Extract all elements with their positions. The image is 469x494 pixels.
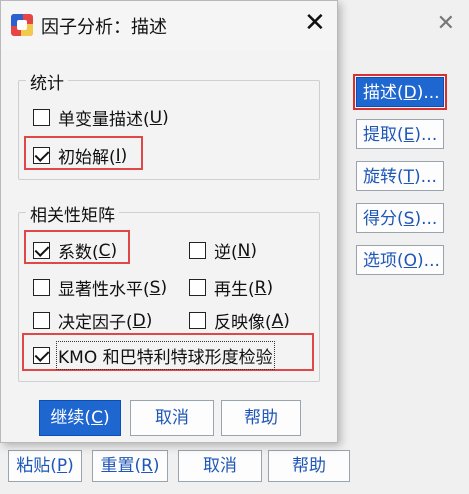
parent-cancel-button[interactable]: 取消 xyxy=(178,450,262,482)
extract-button[interactable]: 提取(E)... xyxy=(356,119,444,149)
reset-button[interactable]: 重置(R) xyxy=(92,450,168,482)
reproduced-checkbox[interactable]: 再生(R) xyxy=(189,275,273,300)
correlation-group-label: 相关性矩阵 xyxy=(26,201,119,226)
statistics-group-label: 统计 xyxy=(26,69,68,94)
coefficients-checkbox[interactable]: 系数(C) xyxy=(33,238,117,263)
scores-button[interactable]: 得分(S)... xyxy=(356,203,444,233)
dialog-title: 因子分析：描述 xyxy=(41,17,167,38)
checkbox-box[interactable] xyxy=(189,242,206,259)
describe-dialog: 因子分析：描述 ✕ 统计 单变量描述(U) 初始解(I) 相关性矩阵 系数(C)… xyxy=(0,0,338,443)
close-icon[interactable]: ✕ xyxy=(304,10,326,36)
checkbox-box[interactable] xyxy=(33,347,50,364)
paste-button[interactable]: 粘贴(P) xyxy=(8,450,82,482)
title-bar: 因子分析：描述 ✕ xyxy=(1,1,337,51)
describe-button[interactable]: 描述(D)... xyxy=(353,74,447,110)
help-button[interactable]: 帮助 xyxy=(221,400,301,436)
checkbox-box[interactable] xyxy=(189,312,206,329)
inverse-checkbox[interactable]: 逆(N) xyxy=(189,238,257,263)
kmo-bartlett-checkbox[interactable]: KMO 和巴特利特球形度检验 xyxy=(33,341,275,370)
significance-checkbox[interactable]: 显著性水平(S) xyxy=(33,275,167,300)
parent-help-button[interactable]: 帮助 xyxy=(268,450,350,482)
checkbox-box[interactable] xyxy=(33,242,50,259)
checkbox-box[interactable] xyxy=(33,109,50,126)
determinant-checkbox[interactable]: 决定因子(D) xyxy=(33,308,152,333)
checkbox-box[interactable] xyxy=(33,312,50,329)
univariate-descriptives-checkbox[interactable]: 单变量描述(U) xyxy=(33,105,169,130)
parent-close-icon[interactable]: ✕ xyxy=(437,13,455,35)
rotate-button[interactable]: 旋转(T)... xyxy=(356,161,444,191)
continue-button[interactable]: 继续(C) xyxy=(39,400,121,436)
initial-solution-checkbox[interactable]: 初始解(I) xyxy=(33,143,127,168)
anti-image-checkbox[interactable]: 反映像(A) xyxy=(189,308,290,333)
checkbox-box[interactable] xyxy=(33,147,50,164)
app-icon xyxy=(11,14,33,36)
checkbox-box[interactable] xyxy=(33,279,50,296)
checkbox-box[interactable] xyxy=(189,279,206,296)
cancel-button[interactable]: 取消 xyxy=(130,400,214,436)
options-button[interactable]: 选项(O)... xyxy=(356,245,444,275)
